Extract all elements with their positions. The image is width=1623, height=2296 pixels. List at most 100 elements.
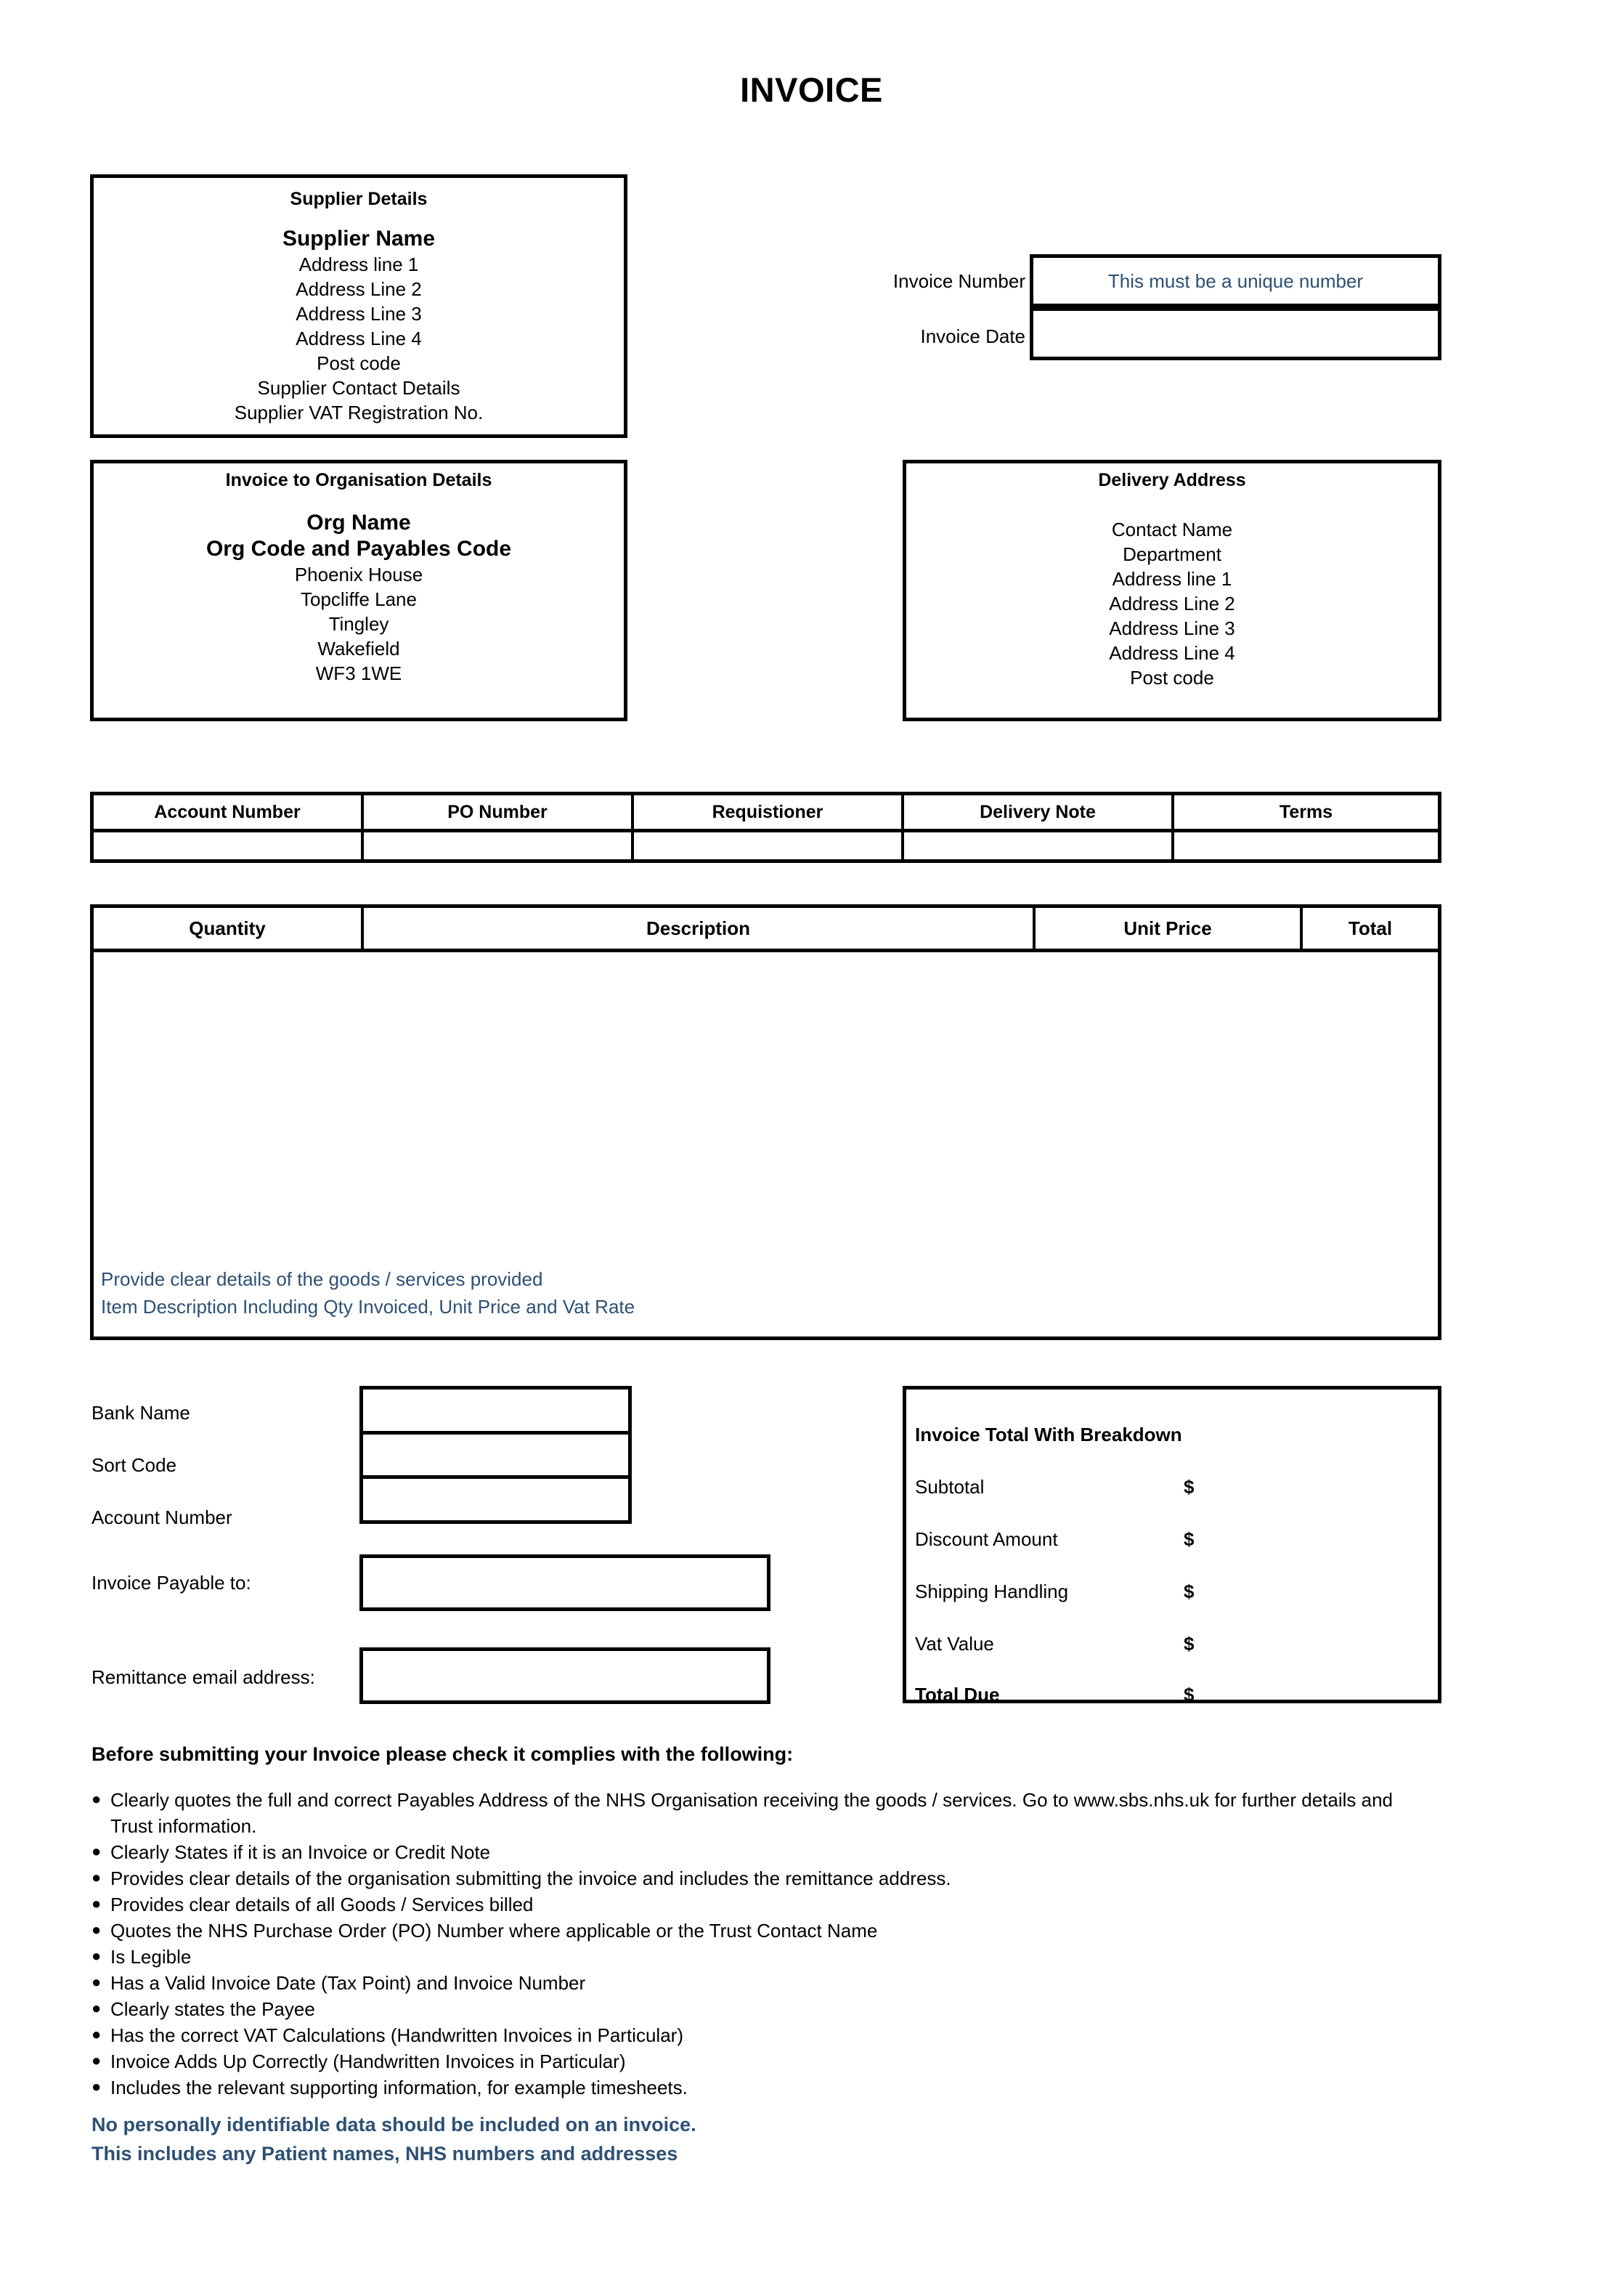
- bank-name-label: Bank Name: [91, 1402, 190, 1424]
- checklist-item-text: Invoice Adds Up Correctly (Handwritten I…: [110, 2050, 626, 2072]
- remittance-email-field[interactable]: [359, 1647, 770, 1704]
- column-header-terms: Terms: [1279, 801, 1333, 822]
- supplier-address-line: Address Line 4: [296, 328, 422, 349]
- account-number-field[interactable]: [94, 832, 364, 859]
- bullet-icon: ●: [91, 2051, 102, 2069]
- bullet-icon: ●: [91, 2077, 102, 2096]
- delivery-address-box: Delivery Address Contact Name Department…: [903, 460, 1441, 721]
- checklist-item: ● Is Legible: [91, 1944, 1399, 1970]
- delivery-note-field[interactable]: [904, 832, 1174, 859]
- totals-label: Subtotal: [915, 1476, 985, 1498]
- column-header-requisitioner: Requistioner: [634, 795, 904, 829]
- line-items-body[interactable]: Provide clear details of the goods / ser…: [94, 952, 1438, 1336]
- invoice-payable-to-field[interactable]: [359, 1554, 770, 1611]
- organisation-code: Org Code and Payables Code: [206, 537, 512, 561]
- totals-label: Vat Value: [915, 1633, 994, 1655]
- supplier-heading: Supplier Details: [290, 189, 428, 209]
- invoice-number-hint: This must be a unique number: [1107, 270, 1364, 292]
- column-header-account-number: Account Number: [94, 795, 364, 829]
- totals-value: $: [1184, 1581, 1195, 1602]
- terms-field[interactable]: [1174, 832, 1438, 859]
- supplier-address-line: Address Line 2: [296, 278, 422, 300]
- delivery-address-line: Address Line 3: [1109, 617, 1235, 639]
- organisation-heading: Invoice to Organisation Details: [225, 470, 492, 490]
- page-title: INVOICE: [740, 70, 883, 109]
- totals-value: $: [1184, 1684, 1195, 1705]
- checklist-item-text: Is Legible: [110, 1946, 192, 1968]
- delivery-address-line: Address line 1: [1112, 568, 1232, 590]
- bullet-icon: ●: [91, 1920, 102, 1939]
- organisation-address-line: Tingley: [328, 613, 389, 635]
- bullet-icon: ●: [91, 1947, 102, 1965]
- bank-account-number-label: Account Number: [91, 1506, 232, 1528]
- line-items-hint-line-1: Provide clear details of the goods / ser…: [101, 1268, 543, 1290]
- checklist-item: ● Provides clear details of the organisa…: [91, 1865, 1399, 1891]
- privacy-warning-line-1: No personally identifiable data should b…: [91, 2114, 696, 2135]
- invoice-totals-box: Invoice Total With Breakdown Subtotal $ …: [903, 1386, 1441, 1705]
- sort-code-field[interactable]: [363, 1435, 628, 1480]
- bullet-icon: ●: [91, 1868, 102, 1886]
- bank-name-field[interactable]: [363, 1390, 628, 1435]
- organisation-address-line: Phoenix House: [294, 564, 423, 585]
- supplier-name: Supplier Name: [282, 227, 436, 251]
- privacy-warning: No personally identifiable data should b…: [91, 2110, 696, 2168]
- bank-fields-group: [359, 1386, 632, 1524]
- delivery-address-line: Address Line 4: [1109, 642, 1235, 664]
- requisitioner-field[interactable]: [634, 832, 904, 859]
- bank-account-number-field[interactable]: [363, 1479, 628, 1520]
- column-header-quantity: Quantity: [94, 908, 364, 949]
- checklist-item-text: Clearly quotes the full and correct Paya…: [110, 1789, 1394, 1837]
- column-header-unit-price: Unit Price: [1036, 908, 1303, 949]
- line-items-table: Quantity Description Unit Price Total Pr…: [90, 904, 1441, 1340]
- account-details-table: Account Number PO Number Requistioner De…: [90, 792, 1441, 863]
- line-items-hint-line-2: Item Description Including Qty Invoiced,…: [101, 1296, 635, 1318]
- organisation-name: Org Name: [306, 511, 411, 535]
- checklist-item: ● Includes the relevant supporting infor…: [91, 2074, 1399, 2101]
- bullet-icon: ●: [91, 1790, 102, 1808]
- supplier-vat-registration: Supplier VAT Registration No.: [234, 402, 484, 423]
- column-header-delivery-note: Delivery Note: [904, 795, 1174, 829]
- po-number-field[interactable]: [364, 832, 634, 859]
- checklist-item: ● Invoice Adds Up Correctly (Handwritten…: [91, 2048, 1399, 2074]
- checklist-item-text: Has the correct VAT Calculations (Handwr…: [110, 2024, 683, 2046]
- remittance-email-label: Remittance email address:: [91, 1666, 315, 1688]
- checklist: ● Clearly quotes the full and correct Pa…: [91, 1787, 1399, 2101]
- checklist-item: ● Clearly quotes the full and correct Pa…: [91, 1787, 1399, 1839]
- organisation-address-line: Topcliffe Lane: [301, 588, 417, 610]
- invoice-payable-to-label: Invoice Payable to:: [91, 1572, 251, 1594]
- checklist-heading: Before submitting your Invoice please ch…: [91, 1743, 794, 1765]
- checklist-item: ● Has a Valid Invoice Date (Tax Point) a…: [91, 1970, 1399, 1996]
- checklist-item-text: Quotes the NHS Purchase Order (PO) Numbe…: [110, 1920, 878, 1942]
- totals-label: Shipping Handling: [915, 1581, 1069, 1602]
- supplier-postcode: Post code: [317, 352, 401, 374]
- supplier-address-line: Address Line 3: [296, 303, 422, 325]
- totals-value: $: [1184, 1528, 1195, 1550]
- organisation-postcode: WF3 1WE: [315, 662, 402, 684]
- supplier-address-line: Address line 1: [298, 253, 419, 275]
- sort-code-label: Sort Code: [91, 1454, 177, 1476]
- totals-value: $: [1184, 1476, 1195, 1498]
- supplier-contact-details: Supplier Contact Details: [257, 377, 460, 399]
- totals-label: Total Due: [915, 1684, 1000, 1705]
- column-header-description: Description: [364, 908, 1036, 949]
- invoice-date-label: Invoice Date: [920, 325, 1025, 347]
- checklist-item-text: Has a Valid Invoice Date (Tax Point) and…: [110, 1972, 586, 1994]
- bullet-icon: ●: [91, 1842, 102, 1860]
- totals-heading: Invoice Total With Breakdown: [915, 1424, 1182, 1445]
- checklist-item: ● Clearly States if it is an Invoice or …: [91, 1839, 1399, 1865]
- checklist-item-text: Provides clear details of all Goods / Se…: [110, 1894, 534, 1915]
- invoice-number-label: Invoice Number: [892, 270, 1025, 292]
- bullet-icon: ●: [91, 2025, 102, 2043]
- bullet-icon: ●: [91, 1973, 102, 1991]
- totals-value: $: [1184, 1633, 1195, 1655]
- delivery-department: Department: [1123, 543, 1221, 565]
- checklist-item-text: Clearly states the Payee: [110, 1998, 315, 2020]
- checklist-item-text: Includes the relevant supporting informa…: [110, 2077, 688, 2098]
- organisation-address-line: Wakefield: [317, 638, 400, 660]
- supplier-details-box: Supplier Details Supplier Name Address l…: [90, 174, 627, 438]
- invoice-date-field[interactable]: [1030, 307, 1441, 360]
- invoice-to-organisation-box: Invoice to Organisation Details Org Name…: [90, 460, 627, 721]
- checklist-item-text: Provides clear details of the organisati…: [110, 1867, 951, 1889]
- checklist-item: ● Quotes the NHS Purchase Order (PO) Num…: [91, 1918, 1399, 1944]
- checklist-item: ● Clearly states the Payee: [91, 1996, 1399, 2022]
